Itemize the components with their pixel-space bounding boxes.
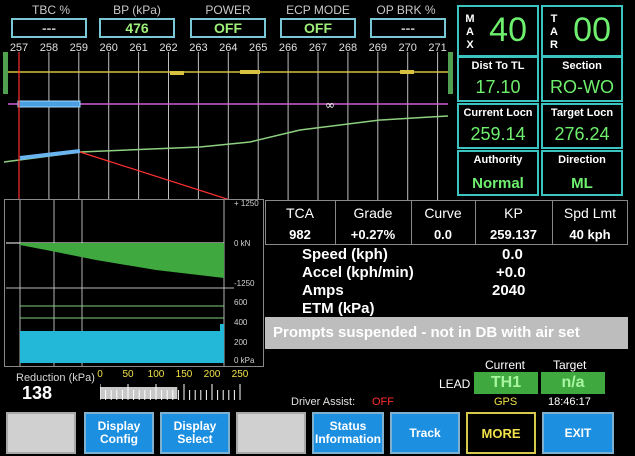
track-button[interactable]: Track <box>390 412 460 454</box>
driver-assist-label: Driver Assist: <box>291 396 356 408</box>
speed-label: Speed (kph) <box>302 246 388 263</box>
table-value-tca: 982 <box>289 227 311 242</box>
authority-box: Authority Normal <box>457 150 539 196</box>
section-value: RO-WO <box>550 77 614 97</box>
table-value-kp: 259.137 <box>490 227 537 242</box>
gauge-value-ecp-mode: OFF <box>280 18 356 38</box>
max-label: MAX <box>465 13 475 51</box>
reduction-scale-label: 200 <box>203 369 221 380</box>
blank-button-2[interactable] <box>236 412 306 454</box>
clock-time: 18:46:17 <box>548 396 591 408</box>
accel-value: +0.0 <box>496 264 526 281</box>
gauge-label-power: POWER <box>205 3 251 17</box>
gauge-value-power: OFF <box>190 18 266 38</box>
target-header: Target <box>553 358 587 372</box>
exit-button[interactable]: EXIT <box>542 412 614 454</box>
table-value-spd-lmt: 40 kph <box>569 227 611 242</box>
prompt-bar: Prompts suspended - not in DB with air s… <box>265 317 628 349</box>
force-tick-bottom: -1250 <box>234 279 255 288</box>
reduction-value: 138 <box>22 383 53 403</box>
train-position-bar <box>17 100 81 108</box>
left-track-bracket <box>3 52 8 94</box>
target-speed-value: 00 <box>573 11 611 49</box>
dist-to-tl-label: Dist To TL <box>471 60 525 72</box>
display-config-button[interactable]: Display Config <box>84 412 154 454</box>
gps-label: GPS <box>494 396 518 408</box>
pressure-tick-400: 400 <box>234 318 248 327</box>
pressure-tick-200: 200 <box>234 338 248 347</box>
speed-value: 0.0 <box>502 246 523 263</box>
tar-label: TAR <box>550 13 558 51</box>
amps-value: 2040 <box>492 282 526 299</box>
current-locn-box: Current Locn 259.14 <box>457 103 539 149</box>
table-header-tca: TCA <box>286 205 314 221</box>
dist-to-tl-value: 17.10 <box>475 77 521 97</box>
current-header: Current <box>485 358 526 372</box>
right-track-bracket <box>448 52 453 94</box>
gauge-label-ecp-mode: ECP MODE <box>286 3 350 17</box>
direction-box: Direction ML <box>541 150 623 196</box>
reduction-scale-label: 50 <box>122 369 134 380</box>
force-tick-top: + 1250 <box>234 199 259 208</box>
pressure-tick-0: 0 kPa <box>234 356 255 365</box>
more-button[interactable]: MORE <box>466 412 536 454</box>
force-area <box>20 243 224 278</box>
max-speed-value: 40 <box>489 11 527 49</box>
status-information-button[interactable]: Status Information <box>312 412 384 454</box>
target-speed-box: TAR 00 <box>541 5 623 57</box>
table-header-spd-lmt: Spd Lmt <box>563 205 617 221</box>
section-box: Section RO-WO <box>541 56 623 102</box>
reduction-scale-label: 100 <box>147 369 165 380</box>
direction-value: ML <box>571 175 593 192</box>
pressure-tick-600: 600 <box>234 298 248 307</box>
train-on-profile <box>19 149 81 160</box>
gauge-value-bp: 476 <box>99 18 175 38</box>
gauge-value-tbc: --- <box>11 18 87 38</box>
gauge-label-tbc: TBC % <box>31 3 70 17</box>
force-tick-zero: 0 kN <box>234 239 251 248</box>
position-cursor-diagonal <box>79 151 231 200</box>
current-locn-value: 259.14 <box>470 124 526 144</box>
table-value-grade: +0.27% <box>350 227 396 242</box>
gauge-label-op-brk: OP BRK % <box>376 3 436 17</box>
direction-label: Direction <box>558 154 606 166</box>
gradient-marker <box>400 70 414 74</box>
pressure-spike <box>220 324 224 332</box>
table-header-curve: Curve <box>424 205 462 221</box>
blank-button-1[interactable] <box>6 412 76 454</box>
table-header-kp: KP <box>504 205 523 221</box>
target-locn-label: Target Locn <box>550 107 614 119</box>
reduction-scale-label: 0 <box>97 369 103 380</box>
force-pressure-charts <box>6 200 234 366</box>
lead-current-value: TH1 <box>474 372 538 394</box>
reduction-bar <box>100 384 241 400</box>
authority-value: Normal <box>472 175 524 192</box>
target-locn-value: 276.24 <box>554 124 610 144</box>
gauge-value-op-brk: --- <box>370 18 446 38</box>
lead-target-value: n/a <box>541 372 605 394</box>
etm-label: ETM (kPa) <box>302 300 375 317</box>
lead-label: LEAD <box>439 377 471 391</box>
elevation-profile <box>3 115 449 163</box>
gauge-label-bp: BP (kPa) <box>113 3 161 17</box>
max-speed-box: MAX 40 <box>457 5 539 57</box>
table-value-curve: 0.0 <box>433 227 453 242</box>
gradient-marker <box>170 71 184 75</box>
infinity-marker: ∞ <box>325 98 335 112</box>
amps-label: Amps <box>302 282 344 299</box>
pressure-fill <box>20 331 224 363</box>
section-label: Section <box>562 60 602 72</box>
target-locn-box: Target Locn 276.24 <box>541 103 623 149</box>
current-locn-label: Current Locn <box>463 107 533 119</box>
accel-label: Accel (kph/min) <box>302 264 414 281</box>
reduction-scale-label: 250 <box>231 369 249 380</box>
table-header-grade: Grade <box>353 205 393 221</box>
authority-label: Authority <box>473 154 523 166</box>
gradient-marker <box>240 70 260 74</box>
driver-assist-value: OFF <box>372 396 394 408</box>
display-select-button[interactable]: Display Select <box>160 412 230 454</box>
dist-to-tl-box: Dist To TL 17.10 <box>457 56 539 102</box>
track-profile-plot: ∞ <box>3 52 453 200</box>
reduction-scale-label: 150 <box>175 369 193 380</box>
